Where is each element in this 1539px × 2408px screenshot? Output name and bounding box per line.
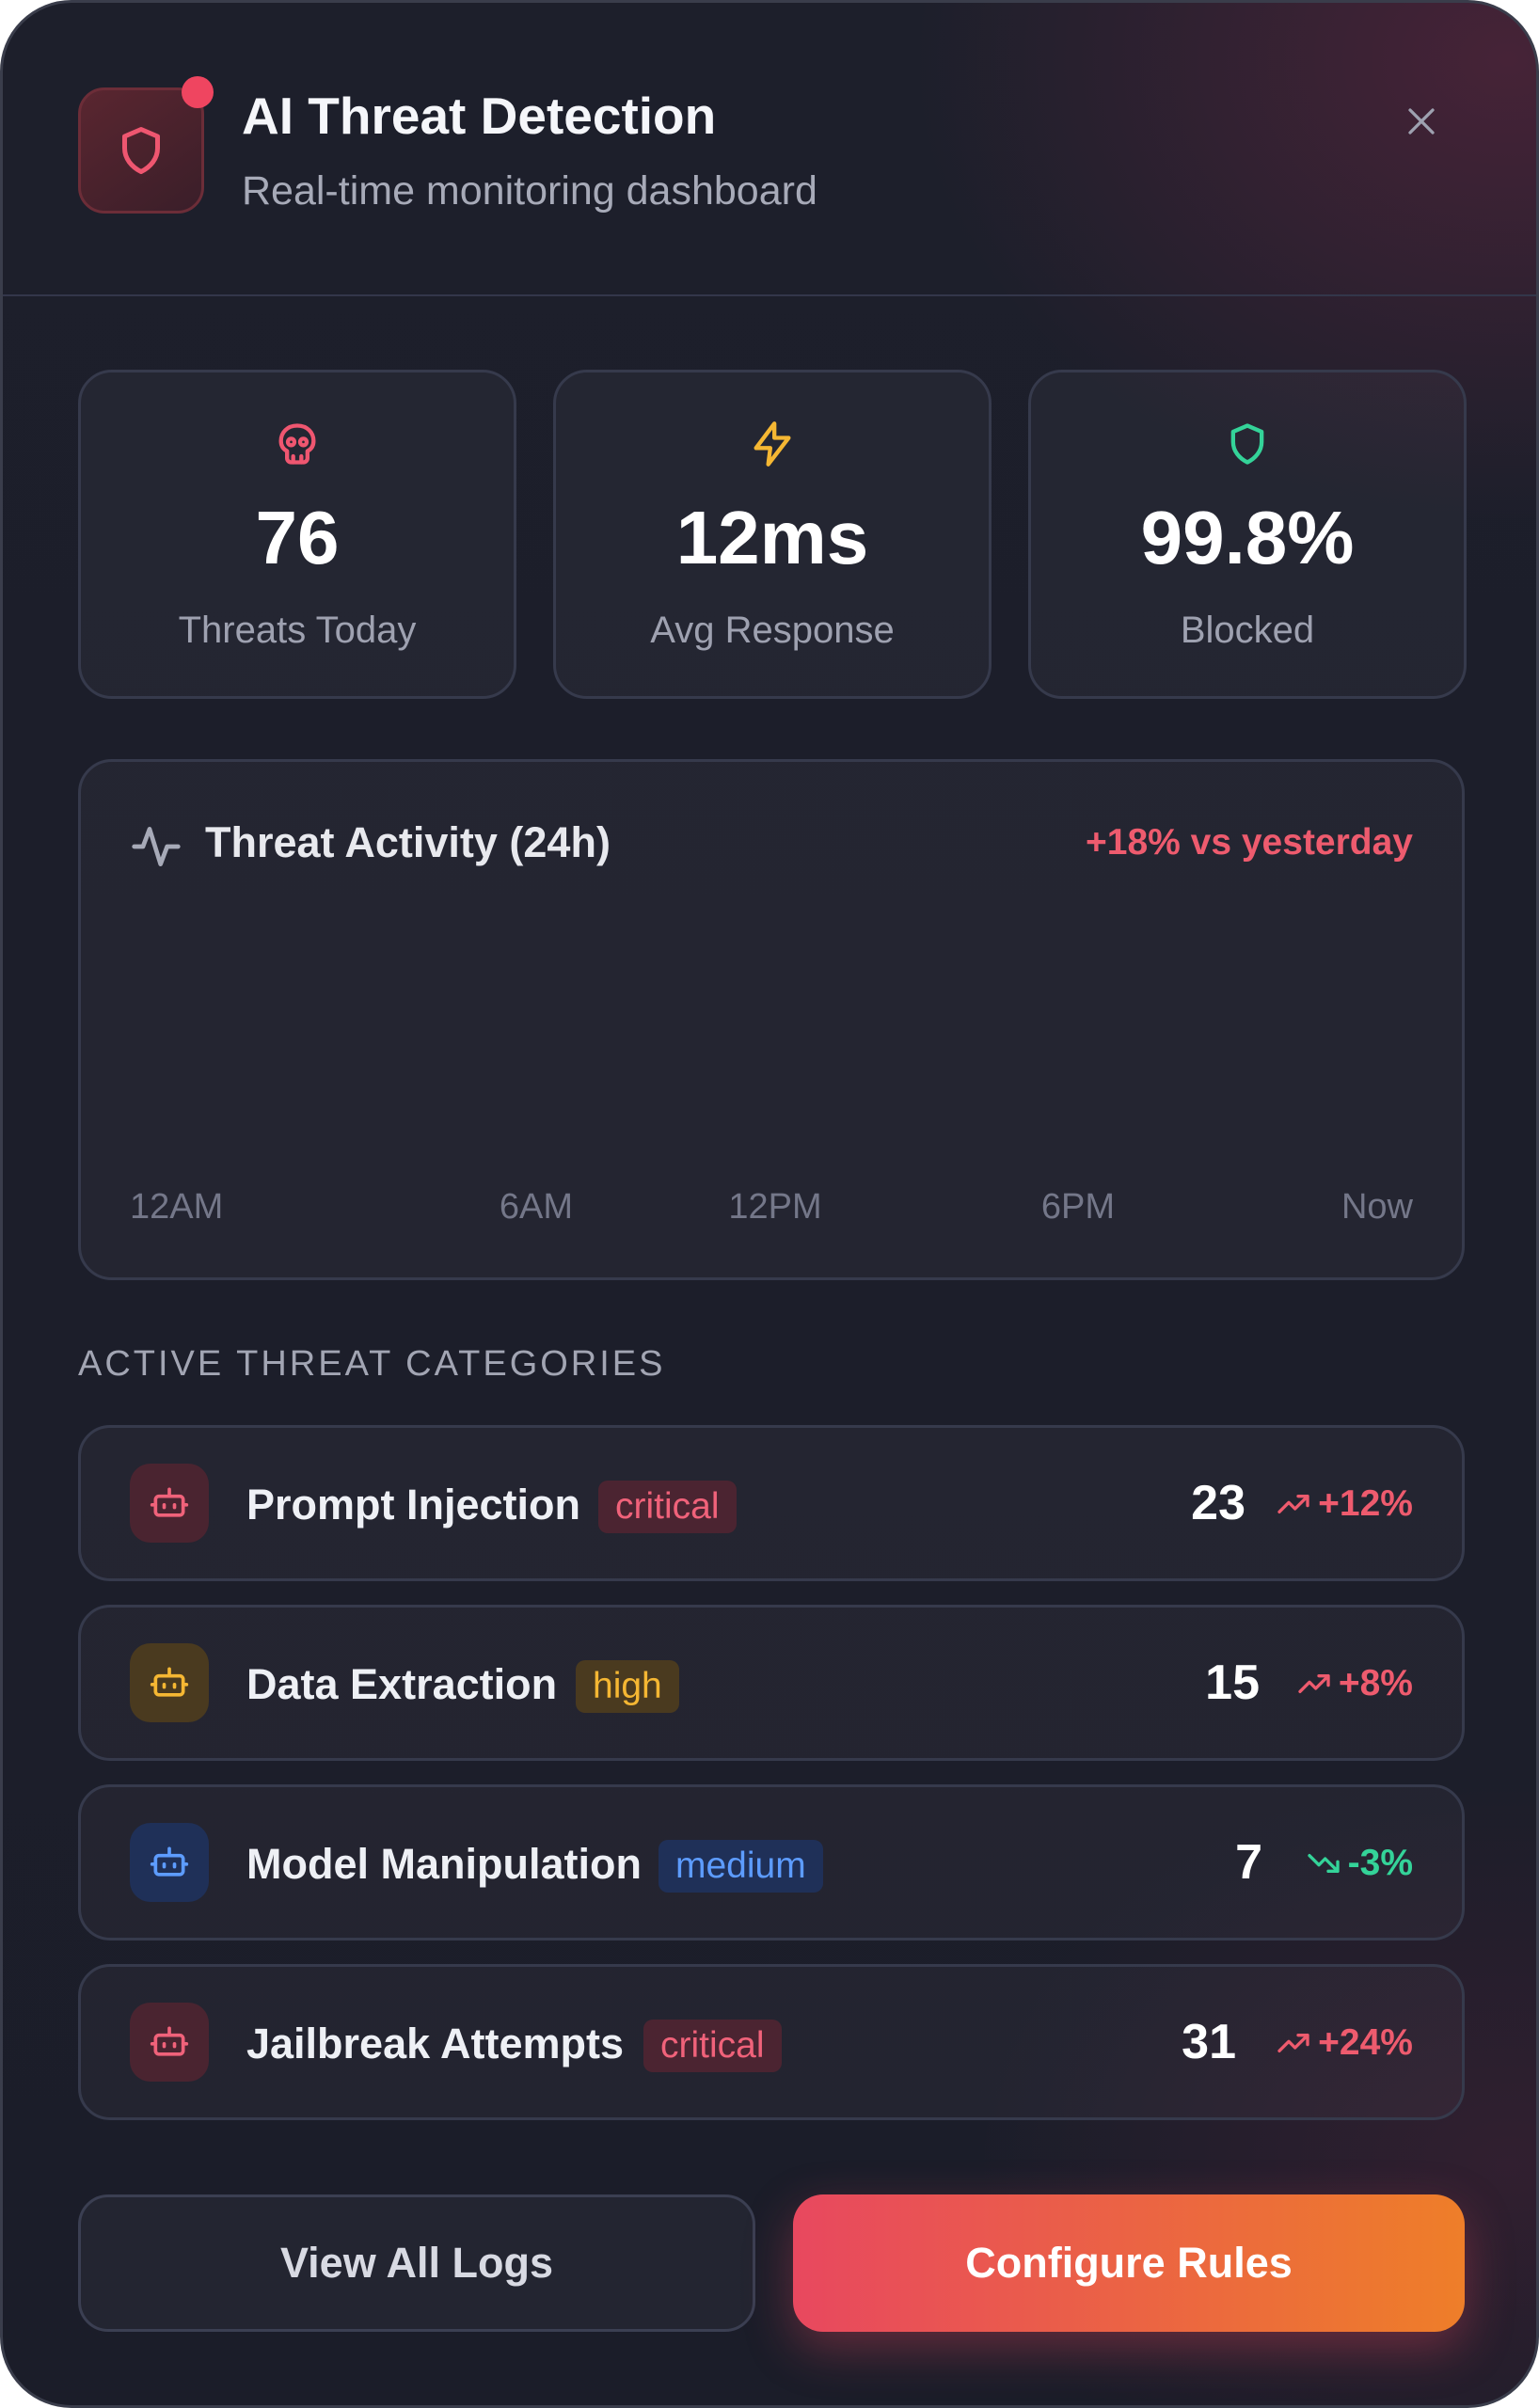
category-count: 15 (1205, 1656, 1260, 1710)
category-icon-box (130, 1823, 209, 1902)
category-name: Data Extraction (246, 1660, 558, 1708)
stat-card-response: 12ms Avg Response (553, 370, 992, 699)
page-title: AI Threat Detection (242, 87, 717, 145)
shield-icon (122, 127, 160, 174)
category-count: 31 (1182, 2015, 1236, 2069)
severity-badge: high (576, 1660, 679, 1713)
section-title: ACTIVE THREAT CATEGORIES (78, 1344, 666, 1384)
stat-label: Blocked (1180, 610, 1315, 651)
category-name: Model Manipulation (246, 1840, 642, 1888)
category-trend: +24% (1275, 2020, 1413, 2067)
category-trend: -3% (1305, 1840, 1413, 1887)
axis-tick: 12PM (728, 1187, 822, 1227)
threat-detection-panel: AI Threat Detection Real-time monitoring… (0, 0, 1539, 2408)
category-count: 7 (1235, 1835, 1262, 1890)
chart-delta: +18% vs yesterday (1085, 822, 1413, 863)
category-count: 23 (1191, 1476, 1245, 1530)
category-icon-box (130, 1464, 209, 1543)
header: AI Threat Detection Real-time monitoring… (3, 3, 1536, 296)
severity-badge: critical (643, 2020, 782, 2072)
logo-badge (78, 87, 204, 214)
configure-rules-button[interactable]: Configure Rules (793, 2194, 1465, 2332)
close-icon (1408, 108, 1435, 135)
category-icon-box (130, 1643, 209, 1722)
category-row-prompt-injection[interactable]: Prompt Injection critical 23 +12% (78, 1425, 1465, 1581)
trend-up-icon (1277, 2034, 1309, 2052)
category-icon-box (130, 2003, 209, 2082)
severity-badge: critical (598, 1481, 737, 1533)
skull-icon (278, 423, 316, 465)
alert-dot (182, 76, 214, 108)
trend-down-icon (1307, 1854, 1340, 1873)
robot-icon (150, 1487, 189, 1517)
threat-activity-card: Threat Activity (24h) +18% vs yesterday … (78, 759, 1465, 1280)
chart-title: Threat Activity (24h) (205, 818, 611, 866)
category-row-jailbreak-attempts[interactable]: Jailbreak Attempts critical 31 +24% (78, 1964, 1465, 2120)
trend-value: +8% (1338, 1663, 1413, 1703)
robot-icon (150, 1667, 189, 1697)
close-button[interactable] (1393, 93, 1450, 150)
robot-icon (150, 2026, 189, 2056)
trend-value: -3% (1347, 1843, 1413, 1883)
category-trend: +8% (1295, 1660, 1413, 1707)
stat-label: Avg Response (650, 610, 895, 651)
category-trend: +12% (1275, 1481, 1413, 1528)
trend-up-icon (1298, 1674, 1330, 1693)
category-name: Prompt Injection (246, 1481, 581, 1529)
category-row-model-manipulation[interactable]: Model Manipulation medium 7 -3% (78, 1784, 1465, 1941)
stat-card-threats: 76 Threats Today (78, 370, 516, 699)
lightning-icon (754, 421, 791, 467)
stat-value: 99.8% (1140, 496, 1355, 579)
stat-value: 76 (255, 496, 340, 579)
category-row-data-extraction[interactable]: Data Extraction high 15 +8% (78, 1605, 1465, 1761)
stat-label: Threats Today (178, 610, 417, 651)
trend-value: +24% (1318, 2022, 1413, 2063)
robot-icon (150, 1846, 189, 1877)
axis-tick: Now (1341, 1187, 1413, 1227)
axis-tick: 12AM (130, 1187, 224, 1227)
page-subtitle: Real-time monitoring dashboard (242, 168, 817, 214)
stat-value: 12ms (675, 496, 869, 579)
axis-tick: 6PM (1040, 1187, 1116, 1227)
category-name: Jailbreak Attempts (246, 2020, 624, 2067)
axis-tick: 6AM (499, 1187, 574, 1227)
view-all-logs-button[interactable]: View All Logs (78, 2194, 755, 2332)
severity-badge: medium (658, 1840, 823, 1893)
trend-up-icon (1277, 1495, 1309, 1513)
shield-icon (1230, 423, 1264, 465)
stat-card-blocked: 99.8% Blocked (1028, 370, 1467, 699)
activity-icon (132, 827, 181, 866)
chart-plot-area (130, 903, 1419, 1166)
trend-value: +12% (1318, 1483, 1413, 1524)
